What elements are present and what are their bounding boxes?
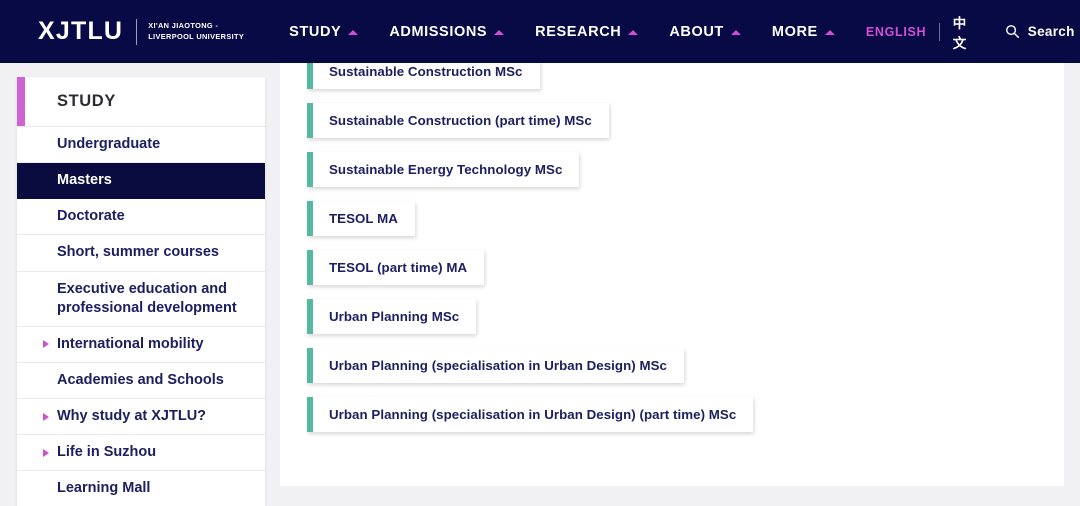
sidebar-item-label: Executive education and professional dev… — [57, 280, 237, 316]
main-navigation: STUDY ADMISSIONS RESEARCH ABOUT MORE — [289, 0, 866, 63]
nav-label: ADMISSIONS — [389, 23, 488, 40]
programme-card[interactable]: Urban Planning (specialisation in Urban … — [307, 348, 684, 383]
sidebar-item-doctorate[interactable]: Doctorate — [17, 199, 265, 236]
logo-subtitle-line1: XI'AN JIAOTONG - — [148, 21, 219, 31]
programme-label: Sustainable Construction MSc — [329, 64, 523, 79]
nav-label: MORE — [771, 23, 818, 40]
language-english[interactable]: ENGLISH — [866, 25, 926, 39]
chevron-up-icon — [348, 30, 359, 35]
sidebar-item-why-study-at-xjtlu[interactable]: Why study at XJTLU? — [17, 399, 265, 436]
logo-subtitle: XI'AN JIAOTONG - LIVERPOOL UNIVERSITY — [148, 21, 244, 41]
sidebar-item-label: Why study at XJTLU? — [57, 408, 207, 424]
programme-card[interactable]: Sustainable Construction MSc — [307, 63, 540, 89]
sidebar-item-label: Life in Suzhou — [57, 444, 157, 461]
sidebar-item-label: Undergraduate — [57, 136, 161, 152]
language-chinese[interactable]: 中文 — [953, 12, 967, 52]
programme-row: Sustainable Energy Technology MSc — [307, 152, 1064, 201]
chevron-up-icon — [494, 30, 505, 35]
nav-label: RESEARCH — [535, 23, 622, 40]
search-label: Search — [1027, 24, 1075, 39]
sidebar-accent-bar — [17, 77, 25, 126]
logo-divider — [136, 18, 138, 45]
sidebar-item-executive-education[interactable]: Executive education and professional dev… — [17, 272, 265, 327]
sidebar-item-label: Masters — [57, 172, 112, 189]
programme-list-panel: Sustainable Construction MSc Sustainable… — [280, 63, 1064, 486]
site-header: XJTLU XI'AN JIAOTONG - LIVERPOOL UNIVERS… — [0, 0, 1080, 63]
nav-item-research[interactable]: RESEARCH — [535, 0, 639, 63]
programme-card[interactable]: TESOL (part time) MA — [307, 250, 485, 285]
sidebar-item-life-in-suzhou[interactable]: Life in Suzhou — [17, 435, 265, 472]
sidebar-item-masters[interactable]: Masters — [17, 163, 265, 200]
sidebar-item-learning-mall[interactable]: Learning Mall — [17, 471, 265, 506]
language-divider — [939, 22, 940, 41]
programme-row: Urban Planning (specialisation in Urban … — [307, 348, 1064, 397]
chevron-up-icon — [628, 30, 639, 35]
programme-label: Sustainable Energy Technology MSc — [329, 162, 563, 177]
study-sidebar: STUDY Undergraduate Masters Doctorate Sh… — [17, 77, 265, 506]
sidebar-item-international-mobility[interactable]: International mobility — [17, 327, 265, 363]
sidebar-item-undergraduate[interactable]: Undergraduate — [17, 127, 265, 164]
programme-label: TESOL MA — [329, 211, 398, 226]
programme-row: Urban Planning (specialisation in Urban … — [307, 397, 1064, 446]
nav-label: STUDY — [289, 23, 342, 40]
programme-card[interactable]: Sustainable Energy Technology MSc — [307, 152, 580, 187]
sidebar-item-label: Academies and Schools — [57, 371, 224, 388]
programme-row: Sustainable Construction (part time) MSc — [307, 103, 1064, 152]
logo-subtitle-line2: LIVERPOOL UNIVERSITY — [148, 31, 245, 41]
programme-row: TESOL MA — [307, 201, 1064, 250]
programme-row: Sustainable Construction MSc — [307, 63, 1064, 103]
sidebar-item-label: Doctorate — [57, 208, 125, 225]
programme-card[interactable]: Sustainable Construction (part time) MSc — [307, 103, 609, 138]
programme-list: Sustainable Construction MSc Sustainable… — [280, 63, 1064, 446]
sidebar-header: STUDY — [17, 77, 265, 127]
programme-label: Urban Planning MSc — [329, 309, 460, 324]
logo-wordmark: XJTLU — [38, 17, 124, 45]
sidebar-item-label: Short, summer courses — [57, 244, 219, 261]
programme-label: TESOL (part time) MA — [329, 260, 468, 275]
programme-card[interactable]: Urban Planning MSc — [307, 299, 477, 334]
expand-arrow-icon — [43, 340, 49, 349]
nav-item-admissions[interactable]: ADMISSIONS — [389, 0, 505, 63]
chevron-up-icon — [730, 30, 741, 35]
sidebar-item-short-summer-courses[interactable]: Short, summer courses — [17, 235, 265, 272]
nav-label: ABOUT — [669, 23, 724, 40]
nav-item-more[interactable]: MORE — [772, 0, 835, 63]
chevron-up-icon — [824, 30, 835, 35]
nav-item-study[interactable]: STUDY — [289, 0, 359, 63]
search-button[interactable]: Search — [1005, 24, 1075, 39]
sidebar-item-label: International mobility — [57, 335, 204, 352]
search-icon — [1005, 25, 1019, 39]
expand-arrow-icon — [43, 412, 49, 421]
programme-label: Urban Planning (specialisation in Urban … — [329, 407, 737, 422]
site-logo[interactable]: XJTLU XI'AN JIAOTONG - LIVERPOOL UNIVERS… — [38, 0, 244, 63]
sidebar-title: STUDY — [57, 92, 116, 110]
sidebar-item-label: Learning Mall — [57, 480, 151, 497]
sidebar-item-academies-and-schools[interactable]: Academies and Schools — [17, 363, 265, 399]
programme-row: Urban Planning MSc — [307, 299, 1064, 348]
nav-item-about[interactable]: ABOUT — [669, 0, 741, 63]
programme-row: TESOL (part time) MA — [307, 250, 1064, 299]
programme-label: Sustainable Construction (part time) MSc — [329, 113, 592, 128]
header-utilities: ENGLISH 中文 Search — [866, 0, 1075, 63]
programme-card[interactable]: TESOL MA — [307, 201, 415, 236]
programme-card[interactable]: Urban Planning (specialisation in Urban … — [307, 397, 754, 432]
expand-arrow-icon — [43, 448, 49, 457]
programme-label: Urban Planning (specialisation in Urban … — [329, 358, 667, 373]
